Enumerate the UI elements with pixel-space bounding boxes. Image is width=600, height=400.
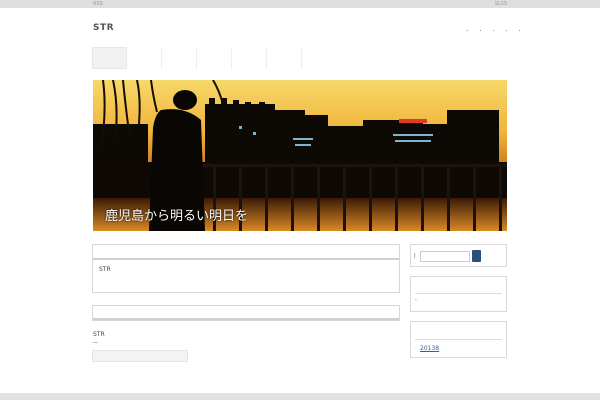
rss-link[interactable]: RSS (93, 0, 103, 8)
widget-title-rule (415, 293, 502, 294)
archive-bullet-icon: ◦ (414, 345, 417, 351)
sidebar-widget-3: ◦ 20138 (410, 321, 507, 358)
post-meta: — (93, 340, 98, 346)
nav-item-home[interactable] (92, 47, 127, 69)
footer-bar (0, 393, 600, 400)
post-card-1: STR (92, 244, 400, 293)
nav-item-3[interactable] (162, 47, 197, 69)
sidebar-widget-2: - (410, 276, 507, 312)
post-excerpt: STR (99, 266, 111, 273)
nav-item-6[interactable] (267, 47, 302, 69)
main-nav (92, 47, 302, 69)
search-input[interactable] (420, 251, 470, 262)
post-card-2-header (93, 306, 399, 320)
widget-item[interactable]: - (415, 297, 417, 303)
social-icons[interactable]: . . . . . (466, 24, 525, 34)
nav-item-4[interactable] (197, 47, 232, 69)
post-card-2 (92, 305, 400, 321)
nav-item-5[interactable] (232, 47, 267, 69)
post-title[interactable]: STR (93, 331, 105, 338)
post-card-header (93, 245, 399, 260)
search-widget: | (410, 244, 507, 267)
hero-caption: 鹿児島から明るい明日を (105, 209, 249, 224)
search-label: | (414, 253, 416, 259)
widget-title-rule (415, 339, 502, 340)
site-title[interactable]: STR (93, 23, 114, 33)
top-bar: RSS SLSS (0, 0, 600, 8)
hero-banner: 鹿児島から明るい明日を (93, 80, 507, 231)
read-more-bar[interactable] (92, 350, 188, 362)
top-right-link[interactable]: SLSS (495, 0, 507, 8)
archive-link[interactable]: 20138 (420, 345, 439, 352)
nav-item-2[interactable] (127, 47, 162, 69)
search-button[interactable] (472, 250, 481, 262)
